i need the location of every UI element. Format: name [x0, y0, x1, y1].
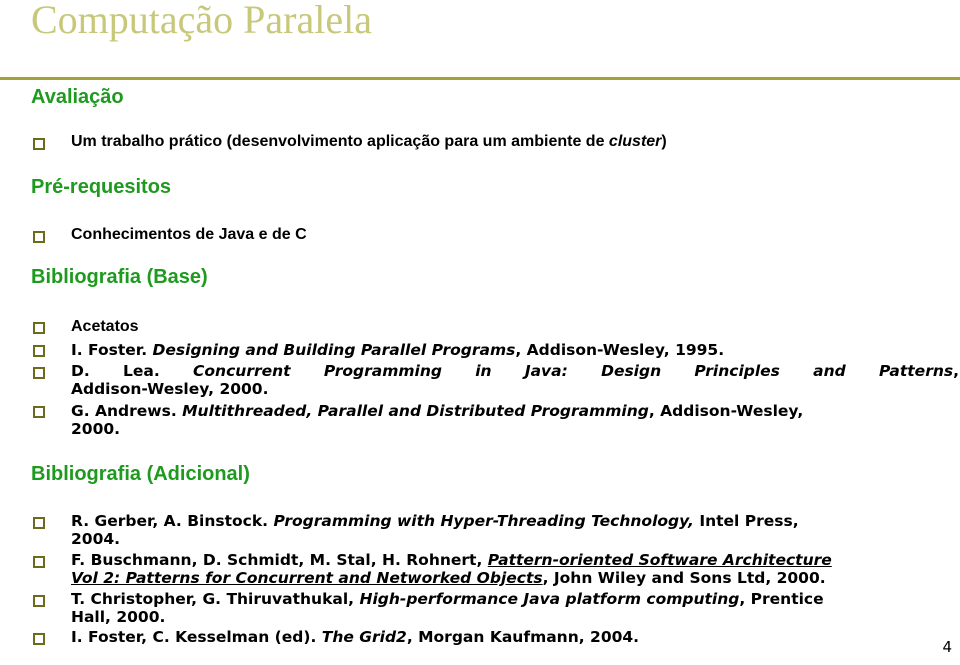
bibliography-entry: T. Christopher, G. Thiruvathukal, High-p…	[71, 590, 824, 626]
square-bullet-icon	[33, 231, 45, 243]
square-bullet-icon	[33, 367, 45, 379]
square-bullet-icon	[33, 322, 45, 334]
square-bullet-icon	[33, 556, 45, 568]
bibliography-entry: R. Gerber, A. Binstock. Programming with…	[71, 512, 799, 548]
bibliography-entry: I. Foster. Designing and Building Parall…	[71, 341, 725, 359]
square-bullet-icon	[33, 595, 45, 607]
bibliography-entry: D. Lea. Concurrent Programming in Java: …	[71, 362, 959, 398]
page-number: 4	[942, 638, 952, 656]
square-bullet-icon	[33, 406, 45, 418]
square-bullet-icon	[33, 633, 45, 645]
heading-bibliografia-base: Bibliografia (Base)	[31, 266, 208, 288]
title-divider	[0, 77, 960, 80]
list-item: Acetatos	[71, 318, 139, 335]
heading-prerequisitos: Pré-requesitos	[31, 176, 172, 198]
square-bullet-icon	[33, 517, 45, 529]
slide-title: Computação Paralela	[31, 0, 372, 42]
square-bullet-icon	[33, 138, 45, 150]
bibliography-entry: G. Andrews. Multithreaded, Parallel and …	[71, 402, 804, 438]
heading-avaliacao: Avaliação	[31, 86, 124, 108]
bibliography-entry: F. Buschmann, D. Schmidt, M. Stal, H. Ro…	[71, 551, 832, 587]
square-bullet-icon	[33, 345, 45, 357]
bibliography-entry: I. Foster, C. Kesselman (ed). The Grid2,…	[71, 628, 640, 646]
list-item: Conhecimentos de Java e de C	[71, 226, 307, 243]
list-item: Um trabalho prático (desenvolvimento apl…	[71, 133, 667, 150]
heading-bibliografia-adicional: Bibliografia (Adicional)	[31, 463, 250, 485]
